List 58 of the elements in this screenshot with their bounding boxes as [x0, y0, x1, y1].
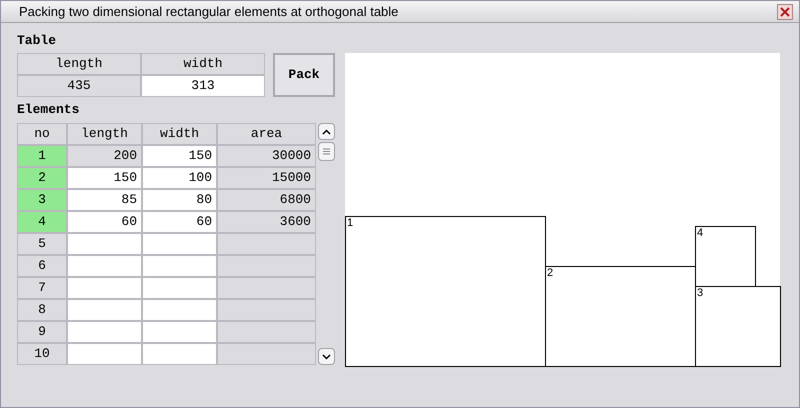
row-number-cell: 6 [17, 255, 67, 277]
row-number-cell: 10 [17, 343, 67, 365]
chevron-down-icon [322, 354, 331, 360]
table-cell[interactable] [142, 321, 217, 343]
close-button[interactable] [777, 4, 793, 20]
table-cell[interactable] [142, 299, 217, 321]
table-cell[interactable] [67, 299, 142, 321]
table-cell[interactable]: 150 [142, 145, 217, 167]
table-cell[interactable] [67, 255, 142, 277]
table-cell[interactable]: 435 [17, 75, 141, 97]
rectangle-label: 2 [547, 267, 554, 279]
table-cell[interactable] [67, 233, 142, 255]
column-header: no [17, 123, 67, 145]
scroll-down-button[interactable] [318, 348, 335, 365]
rectangle-label: 4 [697, 227, 704, 239]
grip-icon [323, 148, 330, 155]
table-cell[interactable]: 80 [142, 189, 217, 211]
table-cell: 30000 [217, 145, 316, 167]
table-cell: 6800 [217, 189, 316, 211]
table-cell[interactable]: 100 [142, 167, 217, 189]
table-cell[interactable]: 200 [67, 145, 142, 167]
table-cell[interactable]: 313 [141, 75, 265, 97]
table-cell[interactable] [67, 321, 142, 343]
column-header: width [141, 53, 265, 75]
row-number-cell: 9 [17, 321, 67, 343]
row-number-cell: 7 [17, 277, 67, 299]
table-cell[interactable]: 60 [142, 211, 217, 233]
column-header: area [217, 123, 316, 145]
table-cell[interactable] [142, 255, 217, 277]
table-cell[interactable]: 60 [67, 211, 142, 233]
row-number-cell: 4 [17, 211, 67, 233]
column-header: width [142, 123, 217, 145]
close-icon [780, 6, 790, 16]
row-number-cell: 2 [17, 167, 67, 189]
column-header: length [67, 123, 142, 145]
table-cell[interactable]: 85 [67, 189, 142, 211]
table-cell[interactable] [142, 277, 217, 299]
row-number-cell: 5 [17, 233, 67, 255]
column-header: length [17, 53, 141, 75]
section-heading: Table [17, 32, 58, 50]
table-cell[interactable]: 150 [67, 167, 142, 189]
scroll-up-button[interactable] [318, 123, 335, 140]
table-cell: 15000 [217, 167, 316, 189]
section-heading: Elements [17, 101, 80, 119]
scroll-thumb[interactable] [318, 142, 335, 161]
table-cell[interactable] [142, 343, 217, 365]
rectangle-label: 1 [347, 217, 354, 229]
table-cell[interactable] [142, 233, 217, 255]
rectangle-label: 3 [697, 287, 704, 299]
pack-button[interactable]: Pack [273, 53, 335, 97]
table-cell: 3600 [217, 211, 316, 233]
window-title: Packing two dimensional rectangular elements at orthogonal table [19, 2, 398, 21]
table-cell[interactable] [67, 343, 142, 365]
row-number-cell: 8 [17, 299, 67, 321]
row-number-cell: 3 [17, 189, 67, 211]
chevron-up-icon [322, 128, 331, 134]
row-number-cell: 1 [17, 145, 67, 167]
table-cell[interactable] [67, 277, 142, 299]
